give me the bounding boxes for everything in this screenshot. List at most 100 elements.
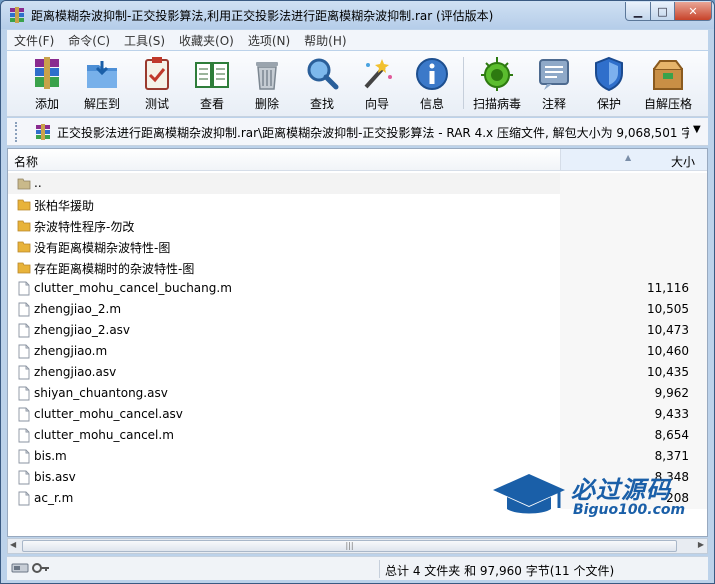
file-icon	[18, 344, 30, 359]
wizard-button[interactable]: 向导	[351, 55, 403, 113]
file-icon	[18, 323, 30, 338]
folder-icon	[17, 220, 31, 232]
status-bar: 总计 4 文件夹 和 97,960 字节(11 个文件)	[7, 556, 708, 580]
scroll-right-icon[interactable]: ▶	[698, 540, 704, 549]
row-name: bis.asv	[34, 470, 76, 484]
info-label: 信息	[419, 97, 444, 111]
minimize-button[interactable]: ▁	[625, 2, 651, 21]
trash-icon	[256, 62, 278, 90]
parent-folder-icon	[17, 178, 31, 190]
file-row[interactable]: bis.m 8,371	[8, 446, 707, 467]
menu-tools[interactable]: 工具(S)	[117, 32, 172, 49]
row-name: 杂波特性程序-勿改	[34, 220, 135, 234]
folder-row[interactable]: 张柏华援助	[8, 194, 707, 215]
protect-button[interactable]: 保护	[583, 55, 635, 113]
row-name: ac_r.m	[34, 491, 74, 505]
virus-scan-button[interactable]: 扫描病毒	[469, 55, 525, 113]
view-label: 查看	[199, 97, 224, 111]
delete-button[interactable]: 删除	[241, 55, 293, 113]
archive-icon	[36, 124, 50, 140]
virus-scan-label: 扫描病毒	[472, 97, 521, 111]
scroll-thumb[interactable]: |||	[22, 540, 677, 552]
file-icon	[18, 449, 30, 464]
size-column-bg	[560, 194, 707, 215]
view-book-icon	[195, 62, 229, 88]
winrar-app-icon	[10, 7, 24, 23]
drive-key-icon	[11, 563, 49, 573]
address-bar[interactable]: 正交投影法进行距离模糊杂波抑制.rar\距离模糊杂波抑制-正交投影算法 - RA…	[7, 118, 708, 146]
row-name: 没有距离模糊杂波特性-图	[34, 241, 171, 255]
info-icon	[416, 58, 448, 90]
toolbar-grip	[15, 122, 19, 142]
row-size: 10,460	[647, 344, 689, 358]
test-label: 测试	[144, 97, 169, 111]
file-row[interactable]: shiyan_chuantong.asv 9,962	[8, 383, 707, 404]
add-button[interactable]: 添加	[21, 55, 73, 113]
file-row[interactable]: zhengjiao.m 10,460	[8, 341, 707, 362]
address-path: 正交投影法进行距离模糊杂波抑制.rar\距离模糊杂波抑制-正交投影算法 - RA…	[57, 126, 689, 140]
file-icon	[18, 491, 30, 506]
add-archive-icon	[35, 57, 59, 89]
folder-row[interactable]: 没有距离模糊杂波特性-图	[8, 236, 707, 257]
watermark-url: Biguo100.com	[573, 502, 686, 518]
sfx-box-icon	[653, 60, 683, 90]
size-column-bg	[560, 215, 707, 236]
menu-command[interactable]: 命令(C)	[61, 32, 117, 49]
window-title: 距离模糊杂波抑制-正交投影算法,利用正交投影法进行距离模糊杂波抑制.rar (评…	[31, 9, 494, 23]
column-name-header[interactable]: 名称	[14, 153, 38, 170]
file-icon	[18, 302, 30, 317]
row-size: 9,962	[654, 386, 689, 400]
menu-file[interactable]: 文件(F)	[7, 32, 61, 49]
row-name: zhengjiao_2.asv	[34, 323, 131, 337]
folder-icon	[17, 241, 31, 253]
title-bar: 距离模糊杂波抑制-正交投影算法,利用正交投影法进行距离模糊杂波抑制.rar (评…	[1, 1, 714, 29]
wizard-wand-icon	[364, 59, 392, 89]
extract-to-button[interactable]: 解压到	[76, 55, 128, 113]
parent-dir-row[interactable]: ..	[8, 173, 707, 194]
file-row[interactable]: clutter_mohu_cancel_buchang.m 11,116	[8, 278, 707, 299]
sfx-label: 自解压格	[643, 97, 692, 111]
file-row[interactable]: clutter_mohu_cancel.asv 9,433	[8, 404, 707, 425]
menu-options[interactable]: 选项(N)	[241, 32, 297, 49]
file-icon	[18, 281, 30, 296]
graduation-cap-icon	[493, 474, 565, 514]
comment-button[interactable]: 注释	[528, 55, 580, 113]
magnifier-icon	[307, 58, 339, 90]
test-button[interactable]: 测试	[131, 55, 183, 113]
info-button[interactable]: 信息	[406, 55, 458, 113]
file-row[interactable]: zhengjiao_2.m 10,505	[8, 299, 707, 320]
protect-label: 保护	[596, 97, 621, 111]
row-size: 8,371	[654, 449, 689, 463]
toolbar: 添加 解压到 测试 查看 删除 查找 向导 信息 扫描病毒 注释 保护 自解压格	[7, 51, 708, 117]
folder-row[interactable]: 存在距离模糊时的杂波特性-图	[8, 257, 707, 278]
watermark-logo: 必过源码 Biguo100.com	[489, 468, 699, 524]
row-name: 张柏华援助	[34, 199, 95, 213]
file-row[interactable]: zhengjiao_2.asv 10,473	[8, 320, 707, 341]
menu-help[interactable]: 帮助(H)	[297, 32, 353, 49]
find-button[interactable]: 查找	[296, 55, 348, 113]
status-summary: 总计 4 文件夹 和 97,960 字节(11 个文件)	[385, 564, 615, 578]
close-button[interactable]: ✕	[674, 2, 712, 21]
row-size: 10,435	[647, 365, 689, 379]
file-row[interactable]: zhengjiao.asv 10,435	[8, 362, 707, 383]
file-icon	[18, 407, 30, 422]
toolbar-separator	[463, 57, 464, 109]
menu-favorites[interactable]: 收藏夹(O)	[172, 32, 241, 49]
chevron-down-icon[interactable]: ▼	[693, 124, 701, 135]
row-name: 存在距离模糊时的杂波特性-图	[34, 262, 195, 276]
comment-icon	[539, 59, 569, 90]
file-row[interactable]: clutter_mohu_cancel.m 8,654	[8, 425, 707, 446]
maximize-button[interactable]: □	[650, 2, 675, 21]
folder-row[interactable]: 杂波特性程序-勿改	[8, 215, 707, 236]
column-size-header[interactable]: ▲ 大小	[560, 149, 707, 170]
test-clipboard-icon	[145, 57, 169, 90]
row-size: 8,654	[654, 428, 689, 442]
comment-label: 注释	[541, 97, 566, 111]
column-size-label: 大小	[670, 155, 695, 169]
view-button[interactable]: 查看	[186, 55, 238, 113]
sfx-button[interactable]: 自解压格	[638, 55, 698, 113]
scroll-left-icon[interactable]: ◀	[10, 540, 16, 549]
horizontal-scrollbar[interactable]: ◀ ||| ▶	[7, 538, 708, 554]
delete-label: 删除	[254, 97, 279, 111]
row-size: 11,116	[647, 281, 689, 295]
